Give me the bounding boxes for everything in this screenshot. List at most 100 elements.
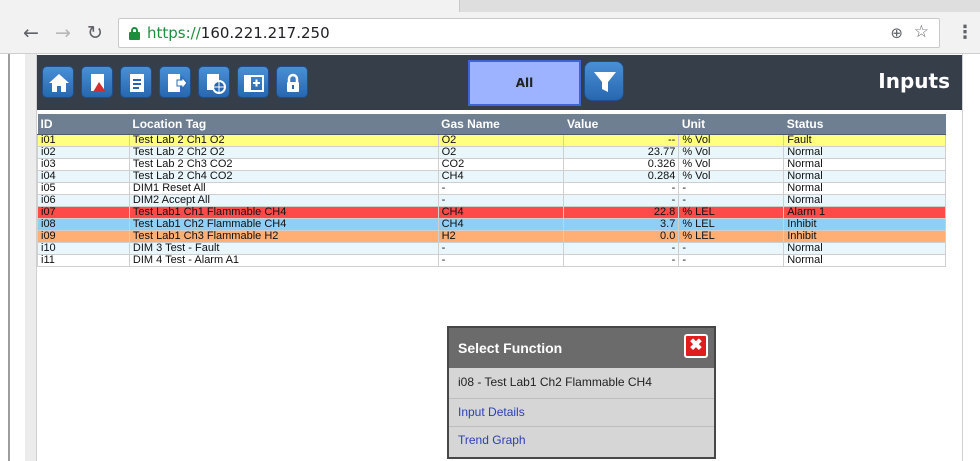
- cell-id: i07: [37, 206, 130, 219]
- cell-id: i01: [37, 134, 130, 147]
- report-pdf-icon[interactable]: [81, 66, 113, 98]
- cell-location: Test Lab1 Ch1 Flammable CH4: [128, 206, 439, 219]
- cell-id: i11: [37, 254, 130, 267]
- app-toolbar: All Inputs: [37, 55, 962, 110]
- cell-gas: -: [437, 194, 565, 207]
- cell-location: Test Lab 2 Ch1 O2: [128, 134, 439, 147]
- cell-location: Test Lab 2 Ch3 CO2: [128, 158, 439, 171]
- cell-value: 22.8: [563, 206, 680, 219]
- url-host: 160.221.217.250: [200, 24, 330, 42]
- cell-status: Normal: [783, 194, 946, 207]
- table-row[interactable]: i07 Test Lab1 Ch1 Flammable CH4 CH4 22.8% L…: [37, 206, 946, 219]
- table-row[interactable]: i04 Test Lab 2 Ch4 CO2 CH4 0.284% Vol Normal: [37, 170, 946, 183]
- column-header-unit[interactable]: Unit: [678, 114, 784, 135]
- cell-location: Test Lab 2 Ch4 CO2: [128, 170, 439, 183]
- cell-status: Normal: [783, 158, 946, 171]
- document-icon[interactable]: [120, 66, 152, 98]
- table-row[interactable]: i10 DIM 3 Test - Fault - - - Normal: [37, 242, 946, 255]
- cell-status: Inhibit: [783, 218, 946, 231]
- cell-value: -: [563, 242, 680, 255]
- cell-unit: % Vol: [678, 170, 785, 183]
- cell-status: Inhibit: [783, 230, 946, 243]
- url-protocol: https://: [147, 24, 201, 42]
- funnel-icon[interactable]: [584, 61, 624, 101]
- back-icon[interactable]: ←: [20, 22, 42, 44]
- cell-unit: -: [678, 194, 785, 207]
- cell-gas: -: [437, 182, 565, 195]
- cell-location: Test Lab1 Ch2 Flammable CH4: [128, 218, 439, 231]
- cell-unit: -: [678, 182, 785, 195]
- cell-location: Test Lab 2 Ch2 O2: [128, 146, 439, 159]
- page-content: All Inputs ID Location Tag Gas Name Valu…: [0, 54, 980, 461]
- table-row[interactable]: i08 Test Lab1 Ch2 Flammable CH4 CH4 3.7% LE…: [37, 218, 946, 231]
- cell-gas: CO2: [437, 158, 565, 171]
- table-row[interactable]: i09 Test Lab1 Ch3 Flammable H2 H2 0.0% LEL I…: [37, 230, 946, 243]
- dialog-header: Select Function ✖: [449, 328, 714, 368]
- column-header-location[interactable]: Location Tag: [129, 114, 439, 135]
- forward-icon[interactable]: →: [52, 22, 74, 44]
- cell-value: -: [563, 182, 680, 195]
- browser-toolbar: ← → ↻ https://160.221.217.250 ⊕ ☆ ⋮: [0, 0, 980, 54]
- table-row[interactable]: i11 DIM 4 Test - Alarm A1- - - Normal: [37, 254, 946, 267]
- cell-unit: -: [678, 254, 785, 267]
- close-icon[interactable]: ✖: [684, 334, 708, 358]
- cell-id: i04: [37, 170, 130, 183]
- table-row[interactable]: i01 Test Lab 2 Ch1 O2 O2 --% Vol Fault: [37, 134, 946, 147]
- cell-status: Normal: [783, 146, 946, 159]
- cell-location: DIM1 Reset All: [128, 182, 439, 195]
- cell-id: i03: [37, 158, 130, 171]
- url-text: https://160.221.217.250: [147, 24, 330, 42]
- column-header-gas[interactable]: Gas Name: [438, 114, 564, 135]
- table-row[interactable]: i05 DIM1 Reset All - - - Normal: [37, 182, 946, 195]
- frame-border-right: [962, 54, 963, 461]
- cell-unit: % Vol: [678, 146, 785, 159]
- reload-icon[interactable]: ↻: [84, 22, 106, 44]
- kebab-menu-icon[interactable]: ⋮: [956, 22, 974, 44]
- cell-status: Normal: [783, 242, 946, 255]
- cell-gas: O2: [437, 134, 565, 147]
- cell-value: --: [563, 134, 680, 147]
- cell-value: -: [563, 254, 680, 267]
- select-function-dialog: Select Function ✖ i08 - Test Lab1 Ch2 Fl…: [447, 326, 716, 459]
- table-row[interactable]: i03 Test Lab 2 Ch3 CO2 CO2 0.326% Vol Normal: [37, 158, 946, 171]
- add-window-icon[interactable]: [237, 66, 269, 98]
- lock-icon[interactable]: [276, 66, 308, 98]
- cell-location: DIM 3 Test - Fault: [128, 242, 439, 255]
- column-header-value[interactable]: Value: [563, 114, 679, 135]
- browser-tab[interactable]: [0, 0, 460, 12]
- cell-location: DIM2 Accept All: [128, 194, 439, 207]
- table-header-row: ID Location Tag Gas Name Value Unit Stat…: [37, 114, 946, 135]
- cell-id: i10: [37, 242, 130, 255]
- trend-graph-link[interactable]: Trend Graph: [449, 426, 714, 454]
- cell-gas: -: [437, 254, 565, 267]
- page-title: Inputs: [878, 69, 950, 93]
- cell-unit: -: [678, 242, 785, 255]
- cell-gas: O2: [437, 146, 565, 159]
- report-network-icon[interactable]: [198, 66, 230, 98]
- cell-id: i05: [37, 182, 130, 195]
- zoom-icon[interactable]: ⊕: [890, 24, 903, 42]
- column-header-status[interactable]: Status: [783, 114, 946, 135]
- cell-id: i06: [37, 194, 130, 207]
- table-row[interactable]: i06 DIM2 Accept All - - - Normal: [37, 194, 946, 207]
- cell-gas: -: [437, 242, 565, 255]
- address-bar[interactable]: https://160.221.217.250 ⊕ ☆: [118, 18, 940, 48]
- star-icon[interactable]: ☆: [914, 22, 929, 42]
- export-icon[interactable]: [159, 66, 191, 98]
- cell-id: i09: [37, 230, 130, 243]
- cell-location: Test Lab1 Ch3 Flammable H2: [128, 230, 439, 243]
- home-icon[interactable]: [42, 66, 74, 98]
- table-row[interactable]: i02 Test Lab 2 Ch2 O2 O2 23.77% Vol Normal: [37, 146, 946, 159]
- input-details-link[interactable]: Input Details: [449, 398, 714, 426]
- cell-value: 0.326: [563, 158, 680, 171]
- column-header-id[interactable]: ID: [37, 114, 130, 135]
- cell-value: 3.7: [563, 218, 680, 231]
- cell-unit: % Vol: [678, 158, 785, 171]
- cell-gas: CH4: [437, 206, 565, 219]
- secure-lock-icon: [129, 27, 140, 40]
- inputs-table: ID Location Tag Gas Name Value Unit Stat…: [37, 114, 946, 267]
- cell-id: i02: [37, 146, 130, 159]
- cell-status: Alarm 1: [783, 206, 946, 219]
- filter-all-button[interactable]: All: [468, 60, 581, 106]
- cell-id: i08: [37, 218, 130, 231]
